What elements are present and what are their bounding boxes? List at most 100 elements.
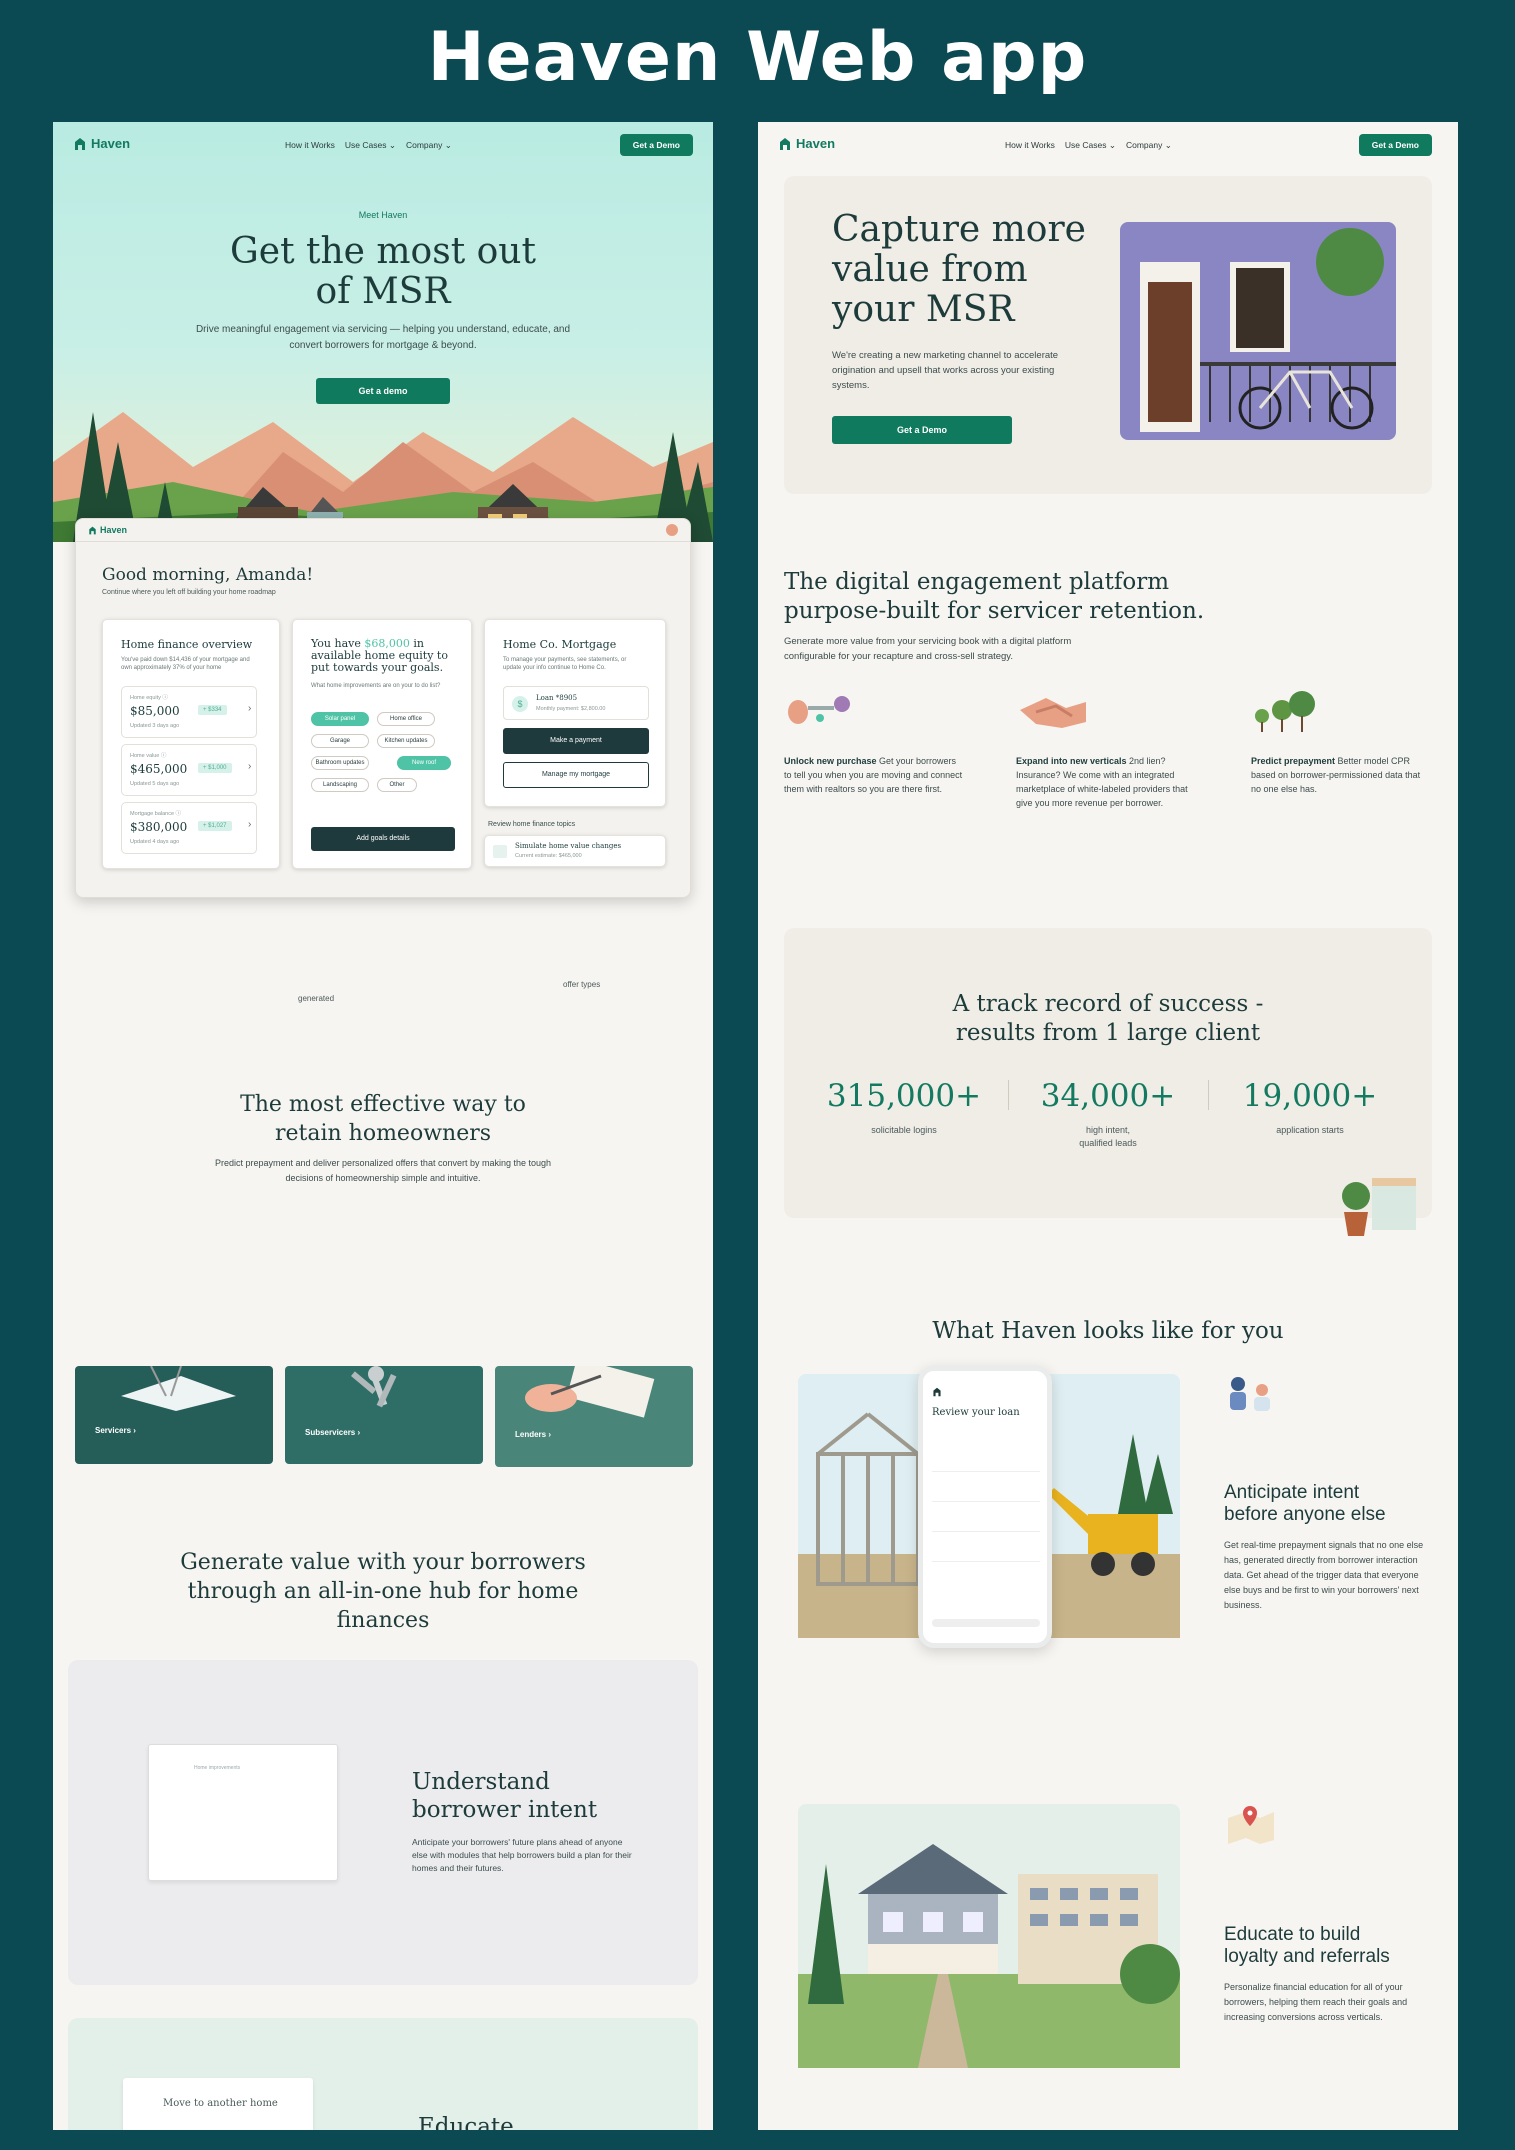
cutoff-stat-label-right: offer types — [563, 980, 601, 989]
dashboard-logo: Haven — [88, 525, 127, 535]
pill-new-roof[interactable]: New roof — [397, 756, 451, 770]
people-talking-icon — [1230, 1377, 1270, 1411]
brand-logo[interactable]: Haven — [73, 136, 130, 151]
add-goals-details-button[interactable]: Add goals details — [311, 827, 455, 851]
pill-bathroom-updates[interactable]: Bathroom updates — [311, 756, 369, 770]
stat-applications-label: application starts — [1276, 1125, 1344, 1135]
educate-desc: Personalize financial education for all … — [1224, 1982, 1408, 2022]
hero-section: Haven How it Works Use Cases ⌄ Company ⌄… — [53, 122, 713, 542]
platform-title: The digital engagement platform purpose-… — [784, 569, 1205, 624]
dashboard-preview: Haven Good morning, Amanda! Continue whe… — [75, 518, 691, 898]
move-home-card: Move to another home — [123, 2078, 313, 2130]
phone-progress-bar — [932, 1619, 1040, 1627]
delta-badge: + $334 — [198, 705, 227, 715]
page-header-title: Heaven Web app — [427, 18, 1088, 97]
phone-mockup: Review your loan — [918, 1366, 1052, 1648]
brand-logo[interactable]: Haven — [778, 136, 835, 151]
nav-use-cases[interactable]: Use Cases ⌄ — [345, 140, 396, 151]
chevron-right-icon: › — [248, 819, 252, 830]
simulate-home-value-item[interactable]: Simulate home value changes Current esti… — [484, 835, 666, 867]
stat-leads-value: 34,000+ — [1040, 1078, 1176, 1114]
divider — [932, 1471, 1040, 1472]
divider — [932, 1561, 1040, 1562]
track-title: A track record of success - results from… — [952, 991, 1264, 1046]
generate-title: Generate value with your borrowers throu… — [180, 1550, 586, 1633]
understand-title: Understand borrower intent — [412, 1769, 598, 1823]
make-a-payment-button[interactable]: Make a payment — [503, 728, 649, 754]
chart-icon — [493, 845, 507, 858]
subservicers-card[interactable]: Subservicers › — [285, 1366, 483, 1464]
avatar[interactable] — [666, 524, 678, 536]
manage-my-mortgage-button[interactable]: Manage my mortgage — [503, 762, 649, 788]
handshake-icon — [1020, 698, 1086, 728]
house-logo-icon — [780, 137, 790, 150]
educate-section: Move to another home Educate — [68, 2018, 698, 2130]
feature-unlock-new-purchase: Unlock new purchase Get your borrowers t… — [784, 756, 963, 794]
divider — [1008, 1080, 1009, 1110]
house-logo-icon — [89, 526, 96, 534]
key-handoff-icon — [788, 696, 850, 724]
mortgage-title: Home Co. Mortgage — [503, 638, 617, 651]
home-equity-goals-card: You have $68,000 in available home equit… — [292, 619, 472, 869]
blueprint-icon — [121, 1366, 236, 1411]
right-nav: Haven How it Works Use Cases ⌄ Company ⌄… — [758, 122, 1458, 170]
hero-section: Capture more value from your MSR We're c… — [784, 176, 1432, 494]
chevron-right-icon: › — [248, 761, 252, 772]
hero-eyebrow: Meet Haven — [358, 210, 408, 220]
home-value-stat[interactable]: Home value ⓘ $465,000 + $1,000 › Updated… — [121, 744, 257, 796]
lenders-card[interactable]: Lenders › — [495, 1366, 693, 1467]
nav-how-it-works[interactable]: How it Works — [285, 140, 335, 151]
understand-desc: Anticipate your borrowers' future plans … — [412, 1837, 632, 1873]
home-equity-stat[interactable]: Home equity ⓘ $85,000 + $334 › Updated 3… — [121, 686, 257, 738]
right-page: Haven How it Works Use Cases ⌄ Company ⌄… — [758, 122, 1458, 2130]
nav-links: How it Works Use Cases ⌄ Company ⌄ — [285, 140, 452, 151]
hero-get-demo-button[interactable]: Get a demo — [316, 378, 450, 404]
house-logo-icon — [933, 1387, 941, 1397]
stat-logins-value: 315,000+ — [826, 1078, 982, 1114]
educate-title: Educate — [418, 2114, 514, 2130]
pill-home-office[interactable]: Home office — [377, 712, 435, 726]
hero-subtitle: Drive meaningful engagement via servicin… — [195, 324, 571, 351]
pill-other[interactable]: Other — [377, 778, 417, 792]
anticipate-title: Anticipate intent before anyone else — [1224, 1482, 1386, 1525]
loan-icon: $ — [512, 696, 528, 712]
feature-expand-new-verticals: Expand into new verticals 2nd lien? Insu… — [1016, 756, 1188, 808]
chevron-right-icon: › — [248, 703, 252, 714]
servicers-card[interactable]: Servicers › — [75, 1366, 273, 1464]
get-a-demo-button[interactable]: Get a Demo — [1358, 134, 1432, 156]
retain-desc: Predict prepayment and deliver personali… — [214, 1158, 552, 1183]
delta-badge: + $1,027 — [198, 821, 232, 831]
overview-title: Home finance overview — [121, 638, 253, 651]
house-bicycle-illustration — [1120, 222, 1396, 440]
delta-badge: + $1,000 — [198, 763, 232, 773]
hero-desc: We're creating a new marketing channel t… — [832, 350, 1059, 391]
house-logo-icon — [75, 137, 85, 150]
divider — [932, 1501, 1040, 1502]
overview-desc: You've paid down $14,436 of your mortgag… — [121, 657, 250, 671]
phone-title: Review your loan — [932, 1407, 1020, 1418]
pill-kitchen-updates[interactable]: Kitchen updates — [377, 734, 435, 748]
module-preview-card: Home improvements — [148, 1744, 338, 1881]
loan-row[interactable]: $ Loan *8905 Monthly payment: $2,800.00 — [503, 686, 649, 720]
left-nav: Haven How it Works Use Cases ⌄ Company ⌄… — [53, 122, 713, 170]
looks-title: What Haven looks like for you — [932, 1318, 1284, 1344]
greeting-subtitle: Continue where you left off building you… — [102, 589, 276, 596]
nav-how-it-works[interactable]: How it Works — [1005, 140, 1055, 151]
pill-solar-panel[interactable]: Solar panel — [311, 712, 369, 726]
hero-title: Capture more value from your MSR — [832, 209, 1086, 330]
pill-garage[interactable]: Garage — [311, 734, 369, 748]
topics-title: Review home finance topics — [488, 821, 576, 828]
retain-title: The most effective way to retain homeown… — [240, 1092, 526, 1146]
pill-landscaping[interactable]: Landscaping — [311, 778, 369, 792]
cutoff-stat-label-left: generated — [298, 994, 335, 1003]
nav-company[interactable]: Company ⌄ — [406, 140, 452, 151]
home-finance-overview-card: Home finance overview You've paid down $… — [102, 619, 280, 869]
nav-use-cases[interactable]: Use Cases ⌄ — [1065, 140, 1116, 151]
equity-question: What home improvements are on your to do… — [311, 683, 441, 689]
trees-growth-icon — [1255, 691, 1315, 732]
nav-company[interactable]: Company ⌄ — [1126, 140, 1172, 151]
track-record-section: A track record of success - results from… — [784, 928, 1432, 1236]
mortgage-balance-stat[interactable]: Mortgage balance ⓘ $380,000 + $1,027 › U… — [121, 802, 257, 854]
hero-get-demo-button[interactable]: Get a Demo — [832, 416, 1012, 444]
get-a-demo-button[interactable]: Get a Demo — [619, 134, 693, 156]
